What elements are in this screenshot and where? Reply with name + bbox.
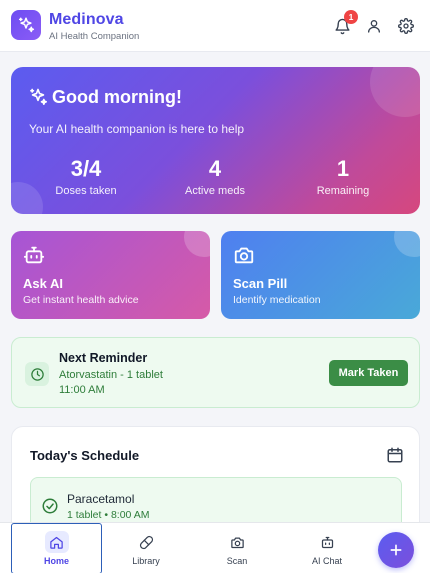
nav-icon-box <box>315 531 339 553</box>
stat-label: Active meds <box>185 185 245 197</box>
stat-active-meds: 4 Active meds <box>160 156 270 198</box>
ask-ai-card[interactable]: Ask AI Get instant health advice <box>11 231 210 319</box>
check-circle-icon <box>42 498 58 514</box>
sparkles-icon <box>18 17 35 33</box>
nav-icon-box <box>225 531 249 553</box>
plus-icon <box>390 544 402 556</box>
stat-doses-taken: 3/4 Doses taken <box>31 156 141 198</box>
gear-icon <box>398 18 414 34</box>
decorative-circle <box>394 231 420 257</box>
stat-value: 4 <box>208 156 222 181</box>
greeting-title: Good morning! <box>52 87 182 107</box>
stat-value: 3/4 <box>70 156 102 181</box>
nav-icon-box <box>134 531 158 553</box>
next-reminder-card: Next Reminder Atorvastatin - 1 tablet 11… <box>11 337 420 408</box>
ask-ai-subtitle: Get instant health advice <box>23 294 139 306</box>
nav-scan[interactable]: Scan <box>195 523 279 573</box>
camera-icon <box>234 247 254 264</box>
nav-home[interactable]: Home <box>11 523 102 573</box>
clock-icon <box>30 367 44 381</box>
stat-remaining: 1 Remaining <box>288 156 398 198</box>
pill-icon <box>139 535 153 549</box>
stat-label: Remaining <box>316 185 370 197</box>
robot-icon <box>321 536 333 548</box>
scan-pill-card[interactable]: Scan Pill Identify medication <box>221 231 420 319</box>
notification-badge: 1 <box>344 10 358 24</box>
brand-name: Medinova <box>49 11 124 28</box>
calendar-icon[interactable] <box>386 446 404 464</box>
add-medication-button[interactable] <box>378 532 414 568</box>
nav-label: AI Chat <box>311 556 342 566</box>
decorative-circle <box>184 231 210 257</box>
nav-label: Home <box>43 556 69 566</box>
bottom-navigation: Home Library Scan AI Chat <box>0 522 430 573</box>
greeting-subtitle: Your AI health companion is here to help <box>29 122 245 136</box>
home-icon <box>50 536 63 549</box>
mark-taken-button[interactable]: Mark Taken <box>329 360 408 386</box>
settings-button[interactable] <box>396 16 416 36</box>
schedule-title: Today's Schedule <box>30 448 140 463</box>
camera-icon <box>230 537 244 548</box>
profile-button[interactable] <box>364 16 384 36</box>
ask-ai-title: Ask AI <box>23 276 63 291</box>
user-icon <box>368 20 380 33</box>
nav-icon-box <box>44 531 69 553</box>
greeting-card: Good morning! Your AI health companion i… <box>11 67 420 214</box>
schedule-item-name: Paracetamol <box>67 492 135 506</box>
stat-value: 1 <box>336 156 350 181</box>
brand-subtitle: AI Health Companion <box>49 31 140 42</box>
reminder-drug: Atorvastatin - 1 tablet <box>59 369 163 381</box>
stat-label: Doses taken <box>55 185 117 197</box>
robot-icon <box>23 246 45 264</box>
app-header: Medinova AI Health Companion 1 <box>0 0 430 52</box>
nav-library[interactable]: Library <box>104 523 188 573</box>
sparkles-icon <box>30 88 48 105</box>
decorative-circle <box>370 67 420 117</box>
reminder-title: Next Reminder <box>59 351 148 365</box>
nav-label: Scan <box>226 556 248 566</box>
schedule-item-detail: 1 tablet • 8:00 AM <box>67 509 150 521</box>
nav-label: Library <box>132 556 160 566</box>
scan-pill-subtitle: Identify medication <box>233 294 321 306</box>
app-logo <box>11 10 41 40</box>
nav-ai-chat[interactable]: AI Chat <box>285 523 369 573</box>
scan-pill-title: Scan Pill <box>233 276 288 291</box>
reminder-icon-wrap <box>25 362 49 386</box>
reminder-time: 11:00 AM <box>59 384 105 396</box>
